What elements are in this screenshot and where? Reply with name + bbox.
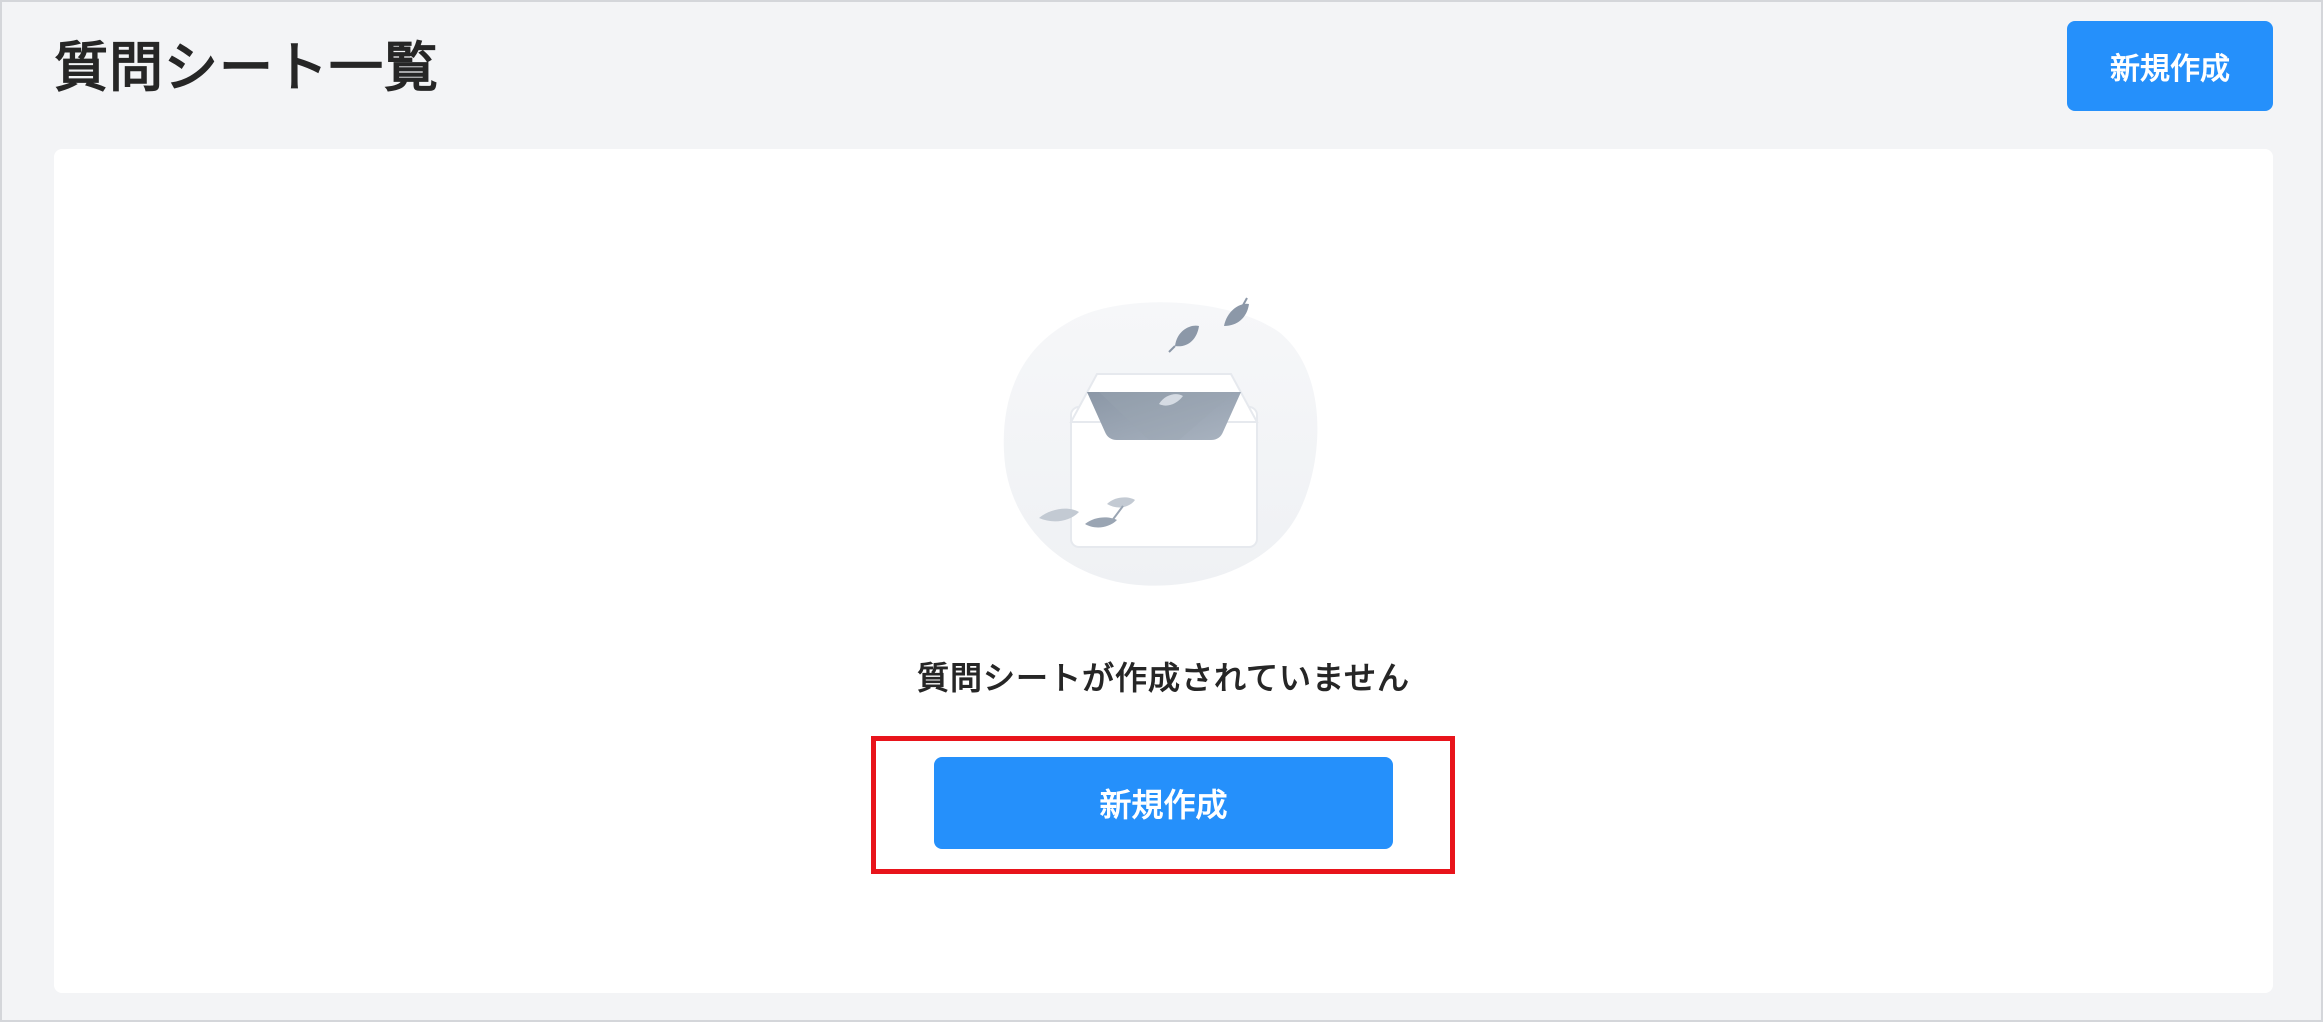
empty-state-new-button[interactable]: 新規作成 — [934, 757, 1393, 849]
header-new-button[interactable]: 新規作成 — [2067, 21, 2273, 111]
empty-inbox-icon — [1003, 297, 1318, 586]
page-frame: 質問シート一覧 新規作成 質問シートが作成されていません 新規作成 — [0, 0, 2323, 1022]
empty-state-message: 質問シートが作成されていません — [916, 659, 1411, 697]
content-card: 質問シートが作成されていません 新規作成 — [54, 149, 2273, 993]
page-title: 質問シート一覧 — [54, 36, 439, 99]
